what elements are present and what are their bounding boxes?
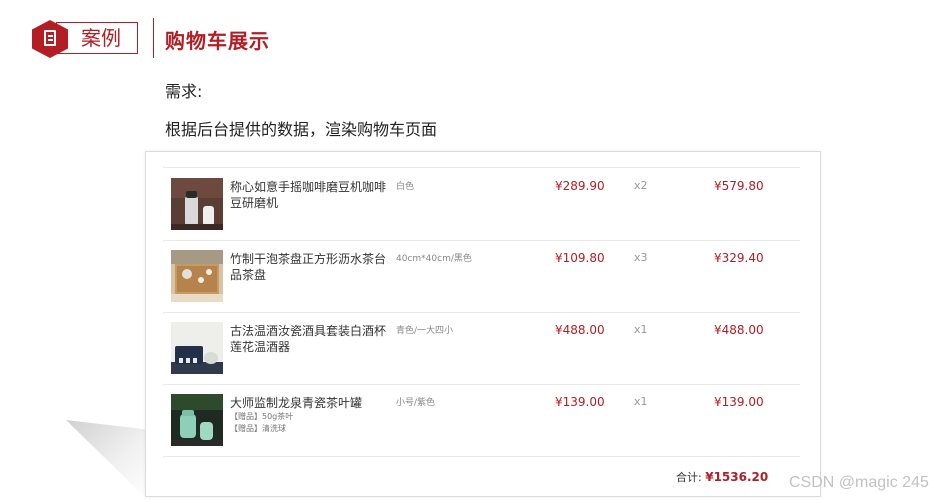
watermark: CSDN @magic 245	[789, 474, 929, 491]
product-spec: 青色/一大四小	[396, 326, 454, 336]
product-quantity: x2	[634, 179, 648, 192]
product-image-coffee-grinder[interactable]	[171, 178, 223, 230]
product-subtotal: ¥139.00	[714, 395, 764, 409]
product-subtotal: ¥488.00	[714, 323, 764, 337]
product-price: ¥488.00	[555, 323, 605, 337]
gift-line: 【赠品】50g茶叶	[230, 412, 294, 421]
product-image-tea-caddy[interactable]	[171, 394, 223, 446]
product-price: ¥109.80	[555, 251, 605, 265]
title-divider	[153, 18, 154, 58]
document-icon	[44, 30, 56, 46]
product-subtotal: ¥579.80	[714, 179, 764, 193]
product-spec: 小号/紫色	[396, 398, 436, 408]
product-image-tea-tray[interactable]	[171, 250, 223, 302]
product-name[interactable]: 大师监制龙泉青瓷茶叶罐 【赠品】50g茶叶 【赠品】清洗球	[230, 395, 386, 435]
product-image-wine-set[interactable]	[171, 322, 223, 374]
product-name[interactable]: 竹制干泡茶盘正方形沥水茶台品茶盘	[230, 251, 386, 283]
requirement-text: 根据后台提供的数据，渲染购物车页面	[165, 120, 438, 139]
product-quantity: x1	[634, 395, 648, 408]
product-name[interactable]: 称心如意手摇咖啡磨豆机咖啡豆研磨机	[230, 179, 386, 211]
requirement-label: 需求:	[165, 82, 203, 101]
page-title: 购物车展示	[165, 29, 270, 53]
product-name[interactable]: 古法温酒汝瓷酒具套装白酒杯莲花温酒器	[230, 323, 386, 355]
gift-line: 【赠品】清洗球	[230, 424, 286, 433]
cart-item-row: 大师监制龙泉青瓷茶叶罐 【赠品】50g茶叶 【赠品】清洗球 小号/紫色 ¥139…	[163, 384, 800, 457]
cart-item-row: 称心如意手摇咖啡磨豆机咖啡豆研磨机 白色 ¥289.90 x2 ¥579.80	[163, 168, 800, 241]
product-quantity: x1	[634, 323, 648, 336]
product-price: ¥139.00	[555, 395, 605, 409]
product-subtotal: ¥329.40	[714, 251, 764, 265]
product-spec: 白色	[396, 182, 415, 192]
product-quantity: x3	[634, 251, 648, 264]
cart-total: 合计: ¥1536.20	[676, 469, 768, 485]
cart-item-row: 古法温酒汝瓷酒具套装白酒杯莲花温酒器 青色/一大四小 ¥488.00 x1 ¥4…	[163, 312, 800, 385]
product-spec: 40cm*40cm/黑色	[396, 254, 472, 264]
cart-item-row: 竹制干泡茶盘正方形沥水茶台品茶盘 40cm*40cm/黑色 ¥109.80 x3…	[163, 240, 800, 313]
total-label: 合计:	[676, 471, 702, 484]
product-name-text: 大师监制龙泉青瓷茶叶罐	[230, 396, 363, 410]
case-label: 案例	[56, 22, 138, 54]
product-price: ¥289.90	[555, 179, 605, 193]
total-amount: ¥1536.20	[705, 470, 769, 484]
cart-panel: 称心如意手摇咖啡磨豆机咖啡豆研磨机 白色 ¥289.90 x2 ¥579.80 …	[145, 151, 821, 497]
decorative-shadow	[66, 420, 148, 500]
